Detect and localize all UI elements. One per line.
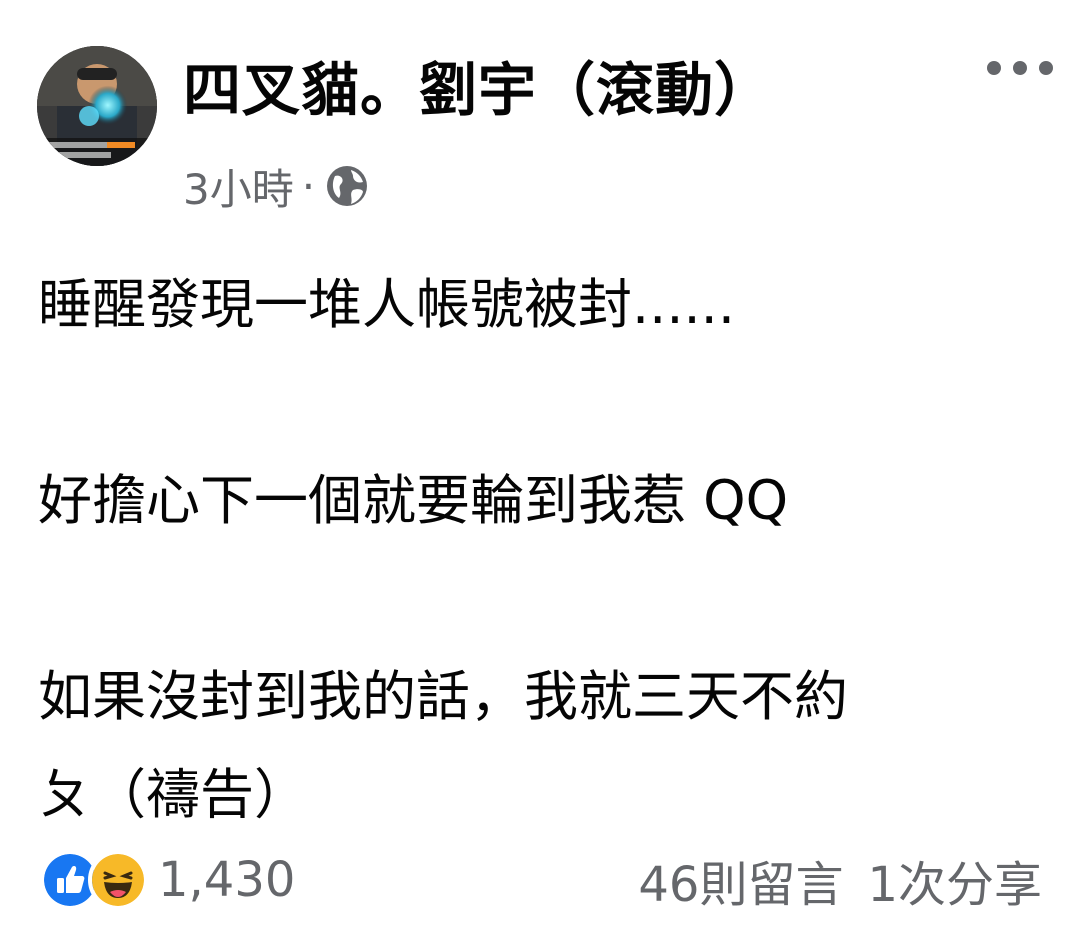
post-body: 睡醒發現一堆人帳號被封...... 好擔心下一個就要輪到我惹 QQ 如果沒封到我…: [38, 256, 1048, 844]
more-options-button[interactable]: [980, 40, 1060, 96]
post-paragraph: ㄆ（禱告）: [38, 763, 308, 826]
reaction-count[interactable]: 1,430: [158, 852, 295, 908]
reactions-summary[interactable]: 1,430: [40, 850, 295, 910]
post-timestamp[interactable]: 3小時: [183, 156, 294, 217]
haha-reaction-icon: [88, 850, 148, 910]
meta-separator: ·: [301, 161, 316, 211]
more-options-icon: [987, 61, 1053, 75]
shares-count[interactable]: 1次分享: [867, 845, 1042, 915]
post-stats: 46則留言 1次分享: [638, 852, 1042, 913]
avatar-image: [37, 46, 157, 166]
author-avatar[interactable]: [37, 46, 157, 166]
post-paragraph: 如果沒封到我的話，我就三天不約: [38, 665, 848, 728]
post-paragraph: 睡醒發現一堆人帳號被封......: [38, 273, 735, 336]
post-paragraph: 好擔心下一個就要輪到我惹 QQ: [38, 469, 789, 532]
reaction-icons: [40, 850, 148, 910]
comments-count[interactable]: 46則留言: [638, 845, 843, 915]
post-meta: 3小時 ·: [183, 160, 371, 214]
author-name[interactable]: 四叉貓。劉宇（滾動）: [183, 52, 773, 128]
globe-icon[interactable]: [323, 162, 371, 210]
